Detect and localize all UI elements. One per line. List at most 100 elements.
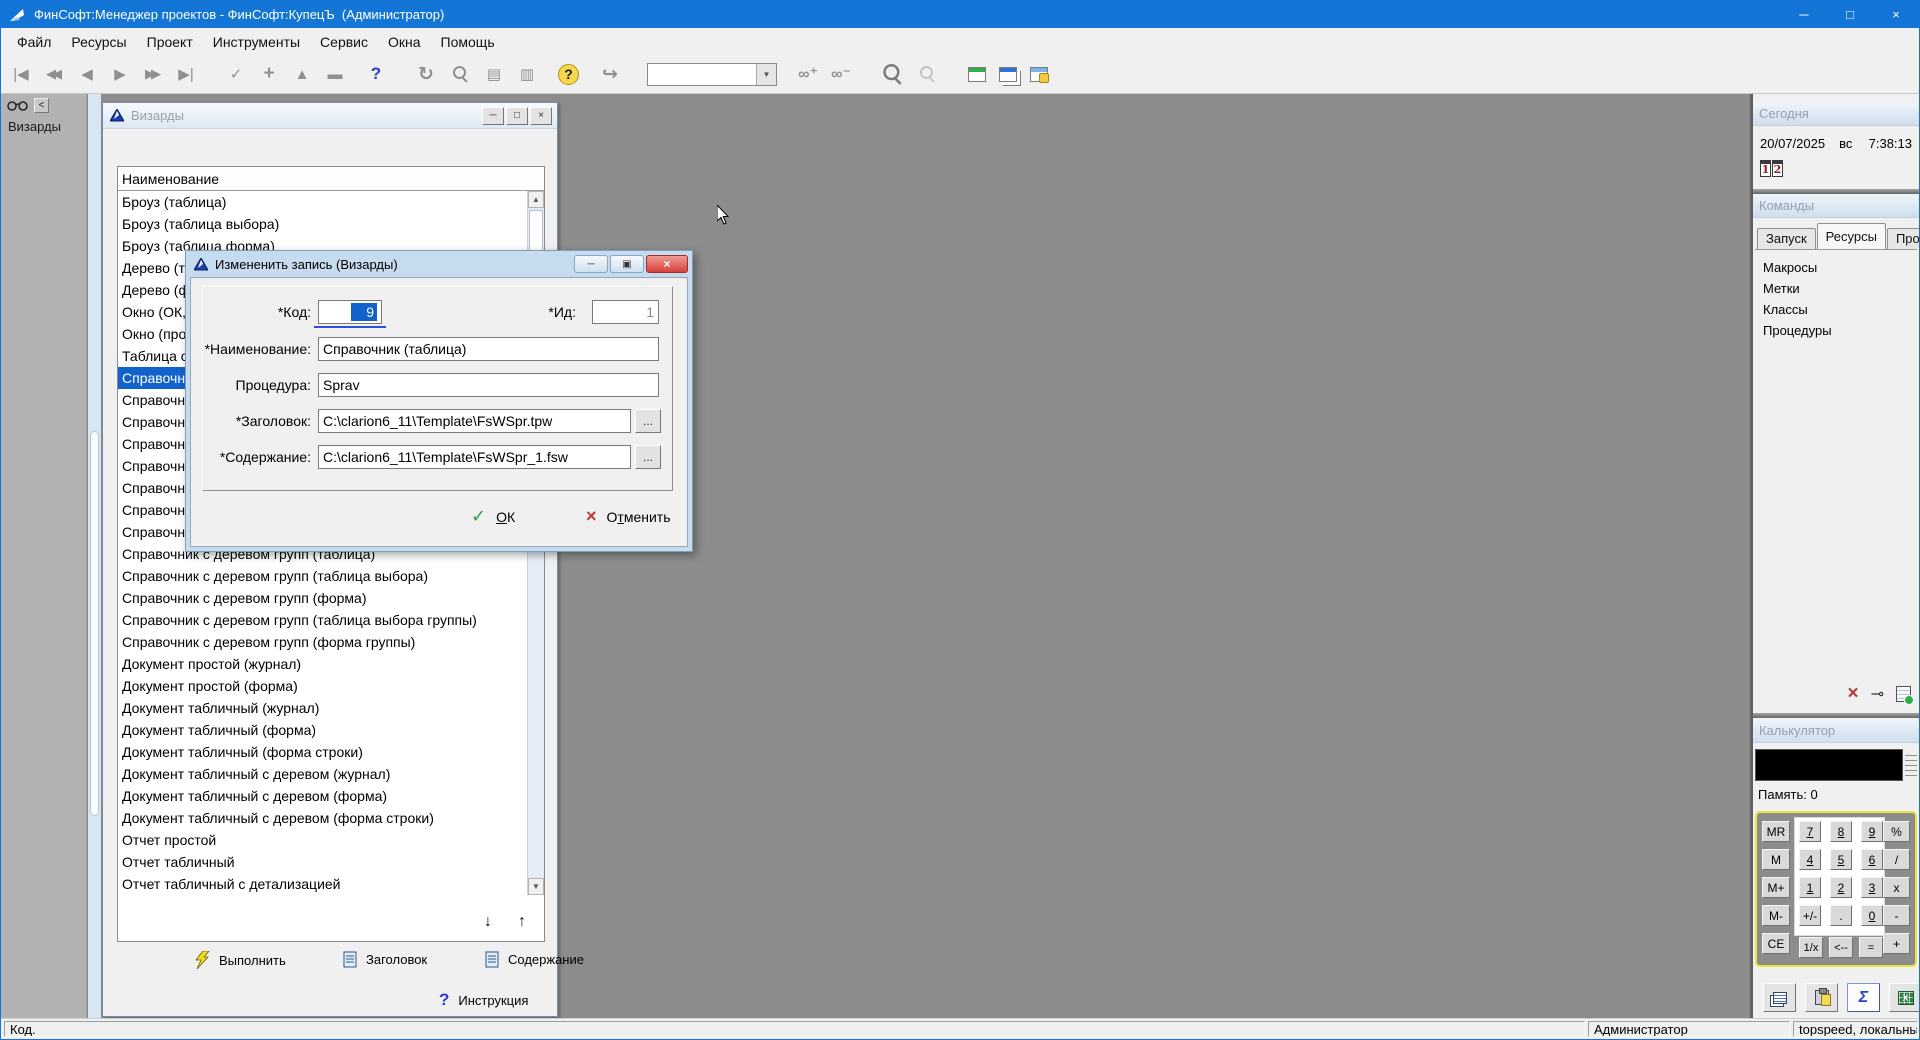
instruction-button[interactable]: ? Инструкция: [439, 990, 528, 1010]
child-close-button[interactable]: ×: [530, 107, 552, 125]
list-column-header[interactable]: Наименование: [118, 167, 544, 191]
command-item[interactable]: Макросы: [1763, 257, 1915, 278]
maximize-button[interactable]: □: [1827, 1, 1873, 28]
scroll-up-icon[interactable]: ▲: [528, 191, 544, 208]
calc-button[interactable]: x: [1883, 877, 1910, 898]
calc-button[interactable]: 3: [1861, 877, 1883, 898]
tab[interactable]: Ресурсы: [1817, 223, 1886, 249]
delete-icon[interactable]: ▬: [325, 62, 345, 86]
list-item[interactable]: Справочник с деревом групп (таблица выбо…: [118, 565, 527, 587]
nav-last-icon[interactable]: ▶|: [176, 62, 196, 86]
close-button[interactable]: ×: [1873, 1, 1919, 28]
calc-button[interactable]: CE: [1762, 933, 1790, 954]
id-field[interactable]: 1: [592, 300, 659, 324]
calc-button[interactable]: 1: [1799, 877, 1821, 898]
command-item[interactable]: Классы: [1763, 299, 1915, 320]
calc-button[interactable]: -: [1883, 905, 1910, 926]
calc-button[interactable]: 6: [1861, 849, 1883, 870]
list-item[interactable]: Документ табличный (форма строки): [118, 741, 527, 763]
find-next-icon[interactable]: ∞⁺: [798, 62, 818, 86]
redo-icon[interactable]: ↪: [600, 62, 620, 86]
menu-item[interactable]: Ресурсы: [61, 28, 136, 55]
calc-button[interactable]: +: [1883, 933, 1910, 954]
calc-button[interactable]: M-: [1762, 905, 1790, 926]
calc-button[interactable]: 4: [1799, 849, 1821, 870]
window-new-icon[interactable]: [968, 67, 986, 82]
dialog-restore-button[interactable]: ▣: [610, 255, 644, 273]
list-item[interactable]: Документ простой (форма): [118, 675, 527, 697]
calendar-icon[interactable]: 1 2: [1760, 160, 1783, 177]
dialog-minimize-button[interactable]: ─: [574, 255, 608, 273]
procedure-field[interactable]: Sprav: [318, 373, 659, 397]
today-header[interactable]: Сегодня: [1753, 102, 1919, 126]
nav-fast-forward-icon[interactable]: ▶▶: [143, 62, 163, 86]
calc-button[interactable]: 5: [1830, 849, 1852, 870]
journal-icon[interactable]: [1896, 686, 1911, 702]
calc-button[interactable]: MR: [1762, 821, 1790, 842]
ok-button[interactable]: ✓ ОК: [471, 506, 515, 527]
nav-back-icon[interactable]: ◀: [77, 62, 97, 86]
display-grip[interactable]: [1905, 753, 1917, 779]
dock-scrollbar[interactable]: [88, 94, 101, 1018]
window-cascade-icon[interactable]: [999, 67, 1017, 82]
list-item[interactable]: Документ простой (журнал): [118, 653, 527, 675]
list-item[interactable]: Отчет табличный: [118, 851, 527, 873]
list-item[interactable]: Документ табличный с деревом (форма): [118, 785, 527, 807]
menu-item[interactable]: Окна: [378, 28, 431, 55]
toolbar-combobox[interactable]: ▼: [647, 63, 777, 86]
child-minimize-button[interactable]: ─: [482, 107, 504, 125]
calc-button[interactable]: 8: [1830, 821, 1852, 842]
refresh-icon[interactable]: ↻: [416, 62, 436, 86]
panel-splitter[interactable]: [1753, 713, 1919, 718]
browse-content-button[interactable]: ...: [635, 445, 661, 469]
calc-button[interactable]: M+: [1762, 877, 1790, 898]
menu-item[interactable]: Помощь: [431, 28, 505, 55]
delete-command-icon[interactable]: ×: [1847, 683, 1858, 705]
code-field[interactable]: 9: [318, 300, 382, 324]
menu-item[interactable]: Инструменты: [203, 28, 310, 55]
chevron-down-icon[interactable]: ▼: [756, 64, 776, 85]
insert-icon[interactable]: +: [259, 62, 279, 86]
list-item[interactable]: Справочник с деревом групп (таблица выбо…: [118, 609, 527, 631]
calc-button[interactable]: %: [1883, 821, 1910, 842]
content-field[interactable]: C:\clarion6_11\Template\FsWSpr_1.fsw: [318, 445, 631, 469]
nav-forward-icon[interactable]: ▶: [110, 62, 130, 86]
commit-icon[interactable]: ✓: [226, 62, 246, 86]
paste-button[interactable]: [1805, 983, 1838, 1012]
dialog-close-button[interactable]: ×: [646, 255, 688, 273]
copy-icon[interactable]: ▤: [484, 62, 504, 86]
menu-item[interactable]: Файл: [7, 28, 61, 55]
commands-header[interactable]: Команды: [1753, 194, 1919, 218]
nav-fast-back-icon[interactable]: ◀◀: [44, 62, 64, 86]
list-item[interactable]: Документ табличный с деревом (форма стро…: [118, 807, 527, 829]
tab[interactable]: Проект: [1887, 228, 1919, 249]
search-off-icon[interactable]: [916, 62, 938, 86]
name-field[interactable]: Справочник (таблица): [318, 337, 659, 361]
calc-button[interactable]: 0: [1861, 905, 1883, 926]
menu-item[interactable]: Сервис: [310, 28, 378, 55]
execute-button[interactable]: Выполнить: [195, 951, 286, 969]
command-item[interactable]: Метки: [1763, 278, 1915, 299]
move-up-button[interactable]: ↑: [518, 913, 526, 931]
calc-button[interactable]: 2: [1830, 877, 1852, 898]
query-icon[interactable]: ?: [366, 62, 386, 86]
content-button[interactable]: Содержание: [485, 951, 584, 968]
export-excel-button[interactable]: X: [1889, 983, 1919, 1012]
header-field[interactable]: C:\clarion6_11\Template\FsWSpr.tpw: [318, 409, 631, 433]
header-button[interactable]: Заголовок: [343, 951, 427, 968]
cancel-button[interactable]: × Отменить: [586, 506, 671, 527]
calc-button[interactable]: /: [1883, 849, 1910, 870]
nav-first-icon[interactable]: |◀: [11, 62, 31, 86]
calc-button[interactable]: =: [1859, 937, 1883, 958]
calc-button[interactable]: 9: [1861, 821, 1883, 842]
wizards-window-titlebar[interactable]: Визарды ─ □ ×: [103, 103, 557, 129]
copy-result-button[interactable]: [1763, 983, 1796, 1012]
report-icon[interactable]: ▥: [517, 62, 537, 86]
tab[interactable]: Запуск: [1757, 228, 1816, 249]
collapse-button[interactable]: <: [34, 98, 49, 113]
help-icon[interactable]: ?: [558, 64, 579, 85]
list-item[interactable]: Отчет простой: [118, 829, 527, 851]
calc-button[interactable]: 7: [1799, 821, 1821, 842]
calc-button[interactable]: .: [1830, 905, 1852, 926]
pin-icon[interactable]: ⊸: [1871, 684, 1884, 704]
